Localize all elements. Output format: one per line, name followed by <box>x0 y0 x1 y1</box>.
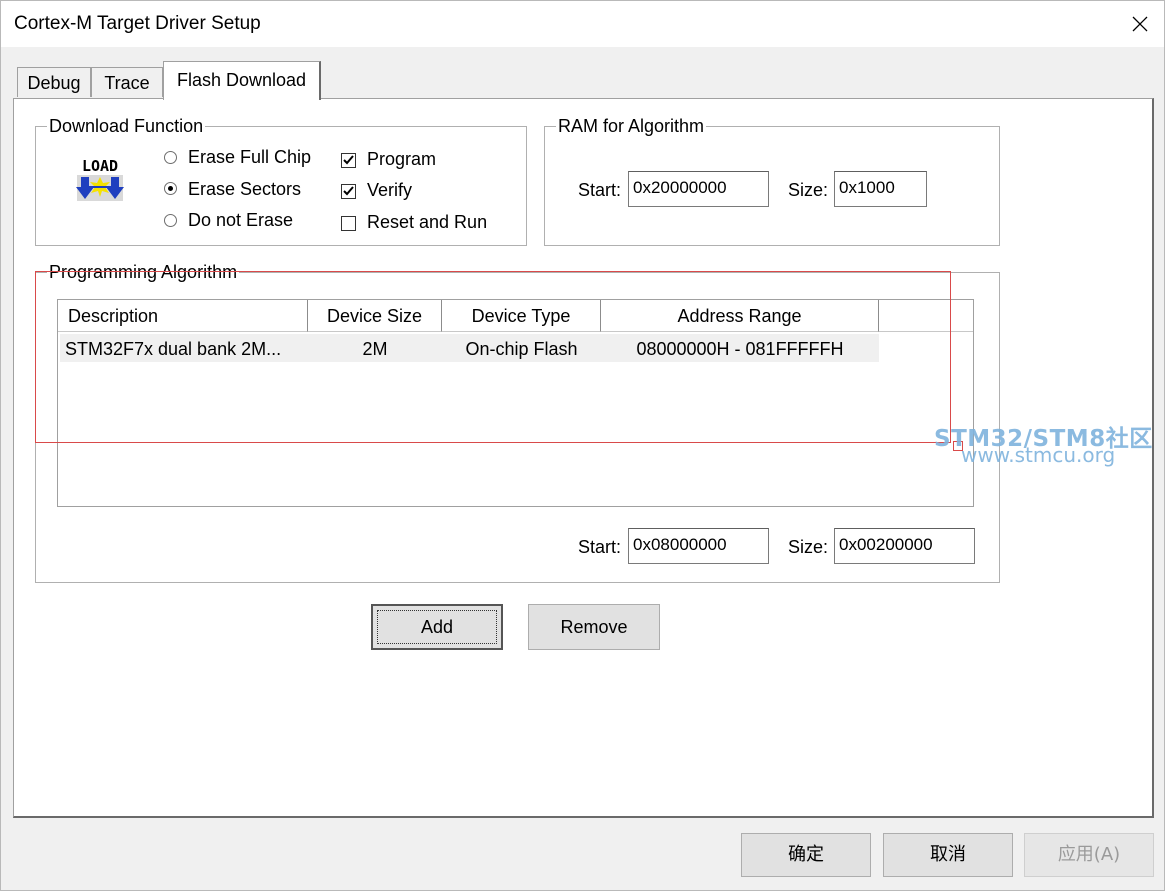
tab-flash-download[interactable]: Flash Download <box>163 61 321 100</box>
load-icon-text: LOAD <box>82 157 118 175</box>
algo-start-label: Start: <box>578 537 622 557</box>
erase-sectors-label[interactable]: Erase Sectors <box>188 179 301 200</box>
do-not-erase-label[interactable]: Do not Erase <box>188 210 293 231</box>
verify-label[interactable]: Verify <box>367 180 412 201</box>
tab-trace[interactable]: Trace <box>91 67 163 97</box>
watermark-url: www.stmcu.org <box>961 443 1116 467</box>
erase-sectors-radio[interactable] <box>164 182 177 195</box>
window-title: Cortex-M Target Driver Setup <box>14 13 261 34</box>
annotation-rectangle <box>35 271 951 443</box>
download-function-legend: Download Function <box>47 116 206 137</box>
verify-checkbox[interactable] <box>341 184 356 199</box>
checkmark-icon <box>343 155 354 165</box>
tab-debug[interactable]: Debug <box>17 67 91 97</box>
checkmark-icon <box>343 186 354 196</box>
add-button[interactable]: Add <box>371 604 503 650</box>
algo-start-field[interactable]: 0x08000000 <box>628 528 769 564</box>
load-icon: LOAD <box>75 155 125 203</box>
ram-size-label: Size: <box>788 180 829 200</box>
remove-button[interactable]: Remove <box>528 604 660 650</box>
close-icon <box>1132 16 1148 32</box>
ram-for-algorithm-legend: RAM for Algorithm <box>556 116 707 137</box>
apply-button[interactable]: 应用(A) <box>1024 833 1154 877</box>
erase-full-chip-label[interactable]: Erase Full Chip <box>188 147 311 168</box>
program-label[interactable]: Program <box>367 149 436 170</box>
ram-size-field[interactable]: 0x1000 <box>834 171 927 207</box>
focus-rect <box>377 610 497 644</box>
close-button[interactable] <box>1117 1 1163 47</box>
ram-start-field[interactable]: 0x20000000 <box>628 171 769 207</box>
algo-size-label: Size: <box>788 537 829 557</box>
reset-and-run-checkbox[interactable] <box>341 216 356 231</box>
title-bar[interactable]: Cortex-M Target Driver Setup <box>1 1 1164 47</box>
reset-and-run-label[interactable]: Reset and Run <box>367 212 487 233</box>
ok-button[interactable]: 确定 <box>741 833 871 877</box>
do-not-erase-radio[interactable] <box>164 214 177 227</box>
algo-size-field[interactable]: 0x00200000 <box>834 528 975 564</box>
erase-full-chip-radio[interactable] <box>164 151 177 164</box>
cancel-button[interactable]: 取消 <box>883 833 1013 877</box>
ram-start-label: Start: <box>578 180 622 200</box>
program-checkbox[interactable] <box>341 153 356 168</box>
dialog-window: Cortex-M Target Driver Setup Debug Trace… <box>0 0 1165 891</box>
